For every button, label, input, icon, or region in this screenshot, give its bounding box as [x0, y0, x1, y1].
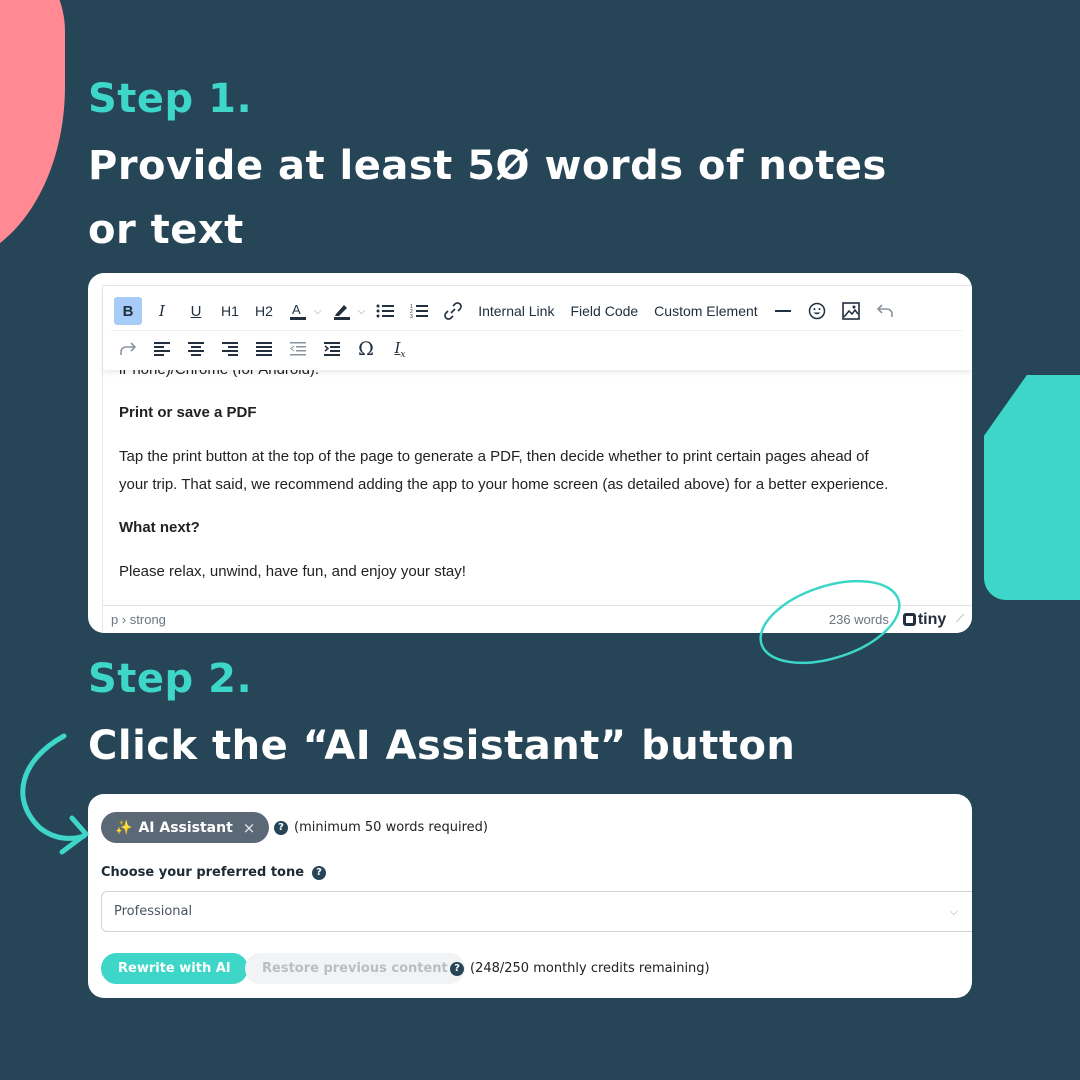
- chevron-down-icon[interactable]: ⌵: [314, 306, 322, 317]
- rich-text-editor: B I U H1 H2 A ⌵ ⌵ 123 Internal Link Fiel…: [88, 273, 972, 633]
- editor-statusbar: p › strong 236 words tiny ⟋: [103, 605, 972, 633]
- italic-icon: I: [159, 302, 165, 320]
- special-character-button[interactable]: Ω: [352, 335, 380, 363]
- outdent-button[interactable]: [284, 335, 312, 363]
- rewrite-with-ai-button[interactable]: Rewrite with AI: [101, 953, 248, 984]
- ai-assistant-label: AI Assistant: [138, 819, 233, 836]
- ai-assistant-panel: ✨ AI Assistant × ? (minimum 50 words req…: [88, 794, 972, 998]
- tone-label: Choose your preferred tone ?: [101, 865, 332, 880]
- emoji-button[interactable]: [803, 297, 831, 325]
- svg-text:3: 3: [410, 314, 413, 319]
- undo-icon: [876, 304, 893, 317]
- sparkles-icon: ✨: [115, 819, 133, 836]
- content-paragraph-line: Tap the print button at the top of the p…: [119, 448, 869, 465]
- bullet-list-button[interactable]: [371, 297, 399, 325]
- credits-remaining: ? (248/250 monthly credits remaining): [450, 961, 710, 976]
- align-right-icon: [222, 342, 238, 356]
- redo-button[interactable]: [114, 335, 142, 363]
- highlight-button[interactable]: [328, 297, 356, 325]
- content-line-partial: iPhone)/Chrome (for Android).: [119, 370, 956, 384]
- decorative-teal-shape: [984, 375, 1080, 600]
- image-button[interactable]: [837, 297, 865, 325]
- resize-handle-icon[interactable]: ⟋: [956, 613, 964, 626]
- content-heading-print-pdf: Print or save a PDF: [119, 404, 257, 421]
- chevron-down-icon: ⌵: [949, 904, 958, 918]
- close-icon[interactable]: ×: [243, 819, 256, 837]
- h1-button[interactable]: H1: [216, 297, 244, 325]
- editor-content-area[interactable]: iPhone)/Chrome (for Android). Print or s…: [103, 370, 972, 605]
- image-icon: [841, 302, 860, 320]
- h2-button[interactable]: H2: [250, 297, 278, 325]
- bold-icon: B: [122, 302, 134, 320]
- link-button[interactable]: [439, 297, 467, 325]
- emoji-icon: [808, 302, 825, 320]
- step1-text-line2: or text: [88, 207, 244, 253]
- arrow-head-icon: [59, 815, 89, 855]
- element-path[interactable]: p › strong: [111, 612, 829, 627]
- svg-text:A: A: [292, 302, 301, 317]
- restore-previous-content-button[interactable]: Restore previous content: [245, 953, 465, 984]
- align-center-button[interactable]: [182, 335, 210, 363]
- text-color-button[interactable]: A: [284, 297, 312, 325]
- tone-select-value: Professional: [114, 904, 193, 919]
- help-icon[interactable]: ?: [274, 820, 288, 835]
- editor-toolbar: B I U H1 H2 A ⌵ ⌵ 123 Internal Link Fiel…: [103, 286, 972, 370]
- bullet-list-icon: [376, 304, 395, 318]
- step2-label: Step 2.: [88, 656, 253, 702]
- help-icon[interactable]: ?: [312, 865, 327, 880]
- chevron-down-icon[interactable]: ⌵: [358, 306, 366, 317]
- align-right-button[interactable]: [216, 335, 244, 363]
- highlighter-icon: [333, 305, 350, 320]
- word-count[interactable]: 236 words: [829, 612, 889, 627]
- help-icon[interactable]: ?: [450, 961, 464, 976]
- align-justify-icon: [256, 342, 272, 356]
- field-code-button[interactable]: Field Code: [565, 297, 643, 325]
- omega-icon: Ω: [358, 338, 374, 360]
- undo-button[interactable]: [871, 297, 899, 325]
- content-heading-what-next: What next?: [119, 519, 200, 536]
- horizontal-line-icon: [774, 310, 791, 312]
- outdent-icon: [290, 342, 306, 356]
- internal-link-button[interactable]: Internal Link: [473, 297, 559, 325]
- curved-arrow-icon: [20, 733, 87, 841]
- toolbar-divider: [111, 330, 962, 331]
- italic-button[interactable]: I: [148, 297, 176, 325]
- ai-assistant-button[interactable]: ✨ AI Assistant ×: [101, 812, 270, 843]
- tiny-logo-icon: [902, 613, 916, 626]
- horizontal-rule-button[interactable]: [769, 297, 797, 325]
- bold-button[interactable]: B: [114, 297, 142, 325]
- decorative-pink-blob: [0, 0, 65, 265]
- align-center-icon: [188, 342, 204, 356]
- link-icon: [444, 302, 463, 320]
- minimum-words-note: ? (minimum 50 words required): [274, 820, 488, 835]
- content-paragraph-line: your trip. That said, we recommend addin…: [119, 476, 889, 493]
- text-color-icon: A: [290, 302, 306, 320]
- content-paragraph: Please relax, unwind, have fun, and enjo…: [119, 563, 466, 580]
- custom-element-button[interactable]: Custom Element: [649, 297, 762, 325]
- numbered-list-icon: 123: [410, 304, 429, 319]
- tiny-brand-logo[interactable]: tiny: [902, 611, 946, 629]
- redo-icon: [120, 342, 137, 355]
- clear-formatting-icon: Ix: [394, 338, 406, 360]
- underline-icon: U: [190, 302, 202, 320]
- underline-button[interactable]: U: [182, 297, 210, 325]
- indent-icon: [324, 342, 340, 356]
- align-left-button[interactable]: [148, 335, 176, 363]
- step1-label: Step 1.: [88, 76, 253, 122]
- tone-select[interactable]: Professional ⌵: [101, 891, 972, 932]
- align-left-icon: [154, 342, 170, 356]
- step2-text: Click the “AI Assistant” button: [88, 723, 796, 769]
- clear-formatting-button[interactable]: Ix: [386, 335, 414, 363]
- align-justify-button[interactable]: [250, 335, 278, 363]
- indent-button[interactable]: [318, 335, 346, 363]
- step1-text-line1: Provide at least 5Ø words of notes: [88, 143, 887, 189]
- numbered-list-button[interactable]: 123: [405, 297, 433, 325]
